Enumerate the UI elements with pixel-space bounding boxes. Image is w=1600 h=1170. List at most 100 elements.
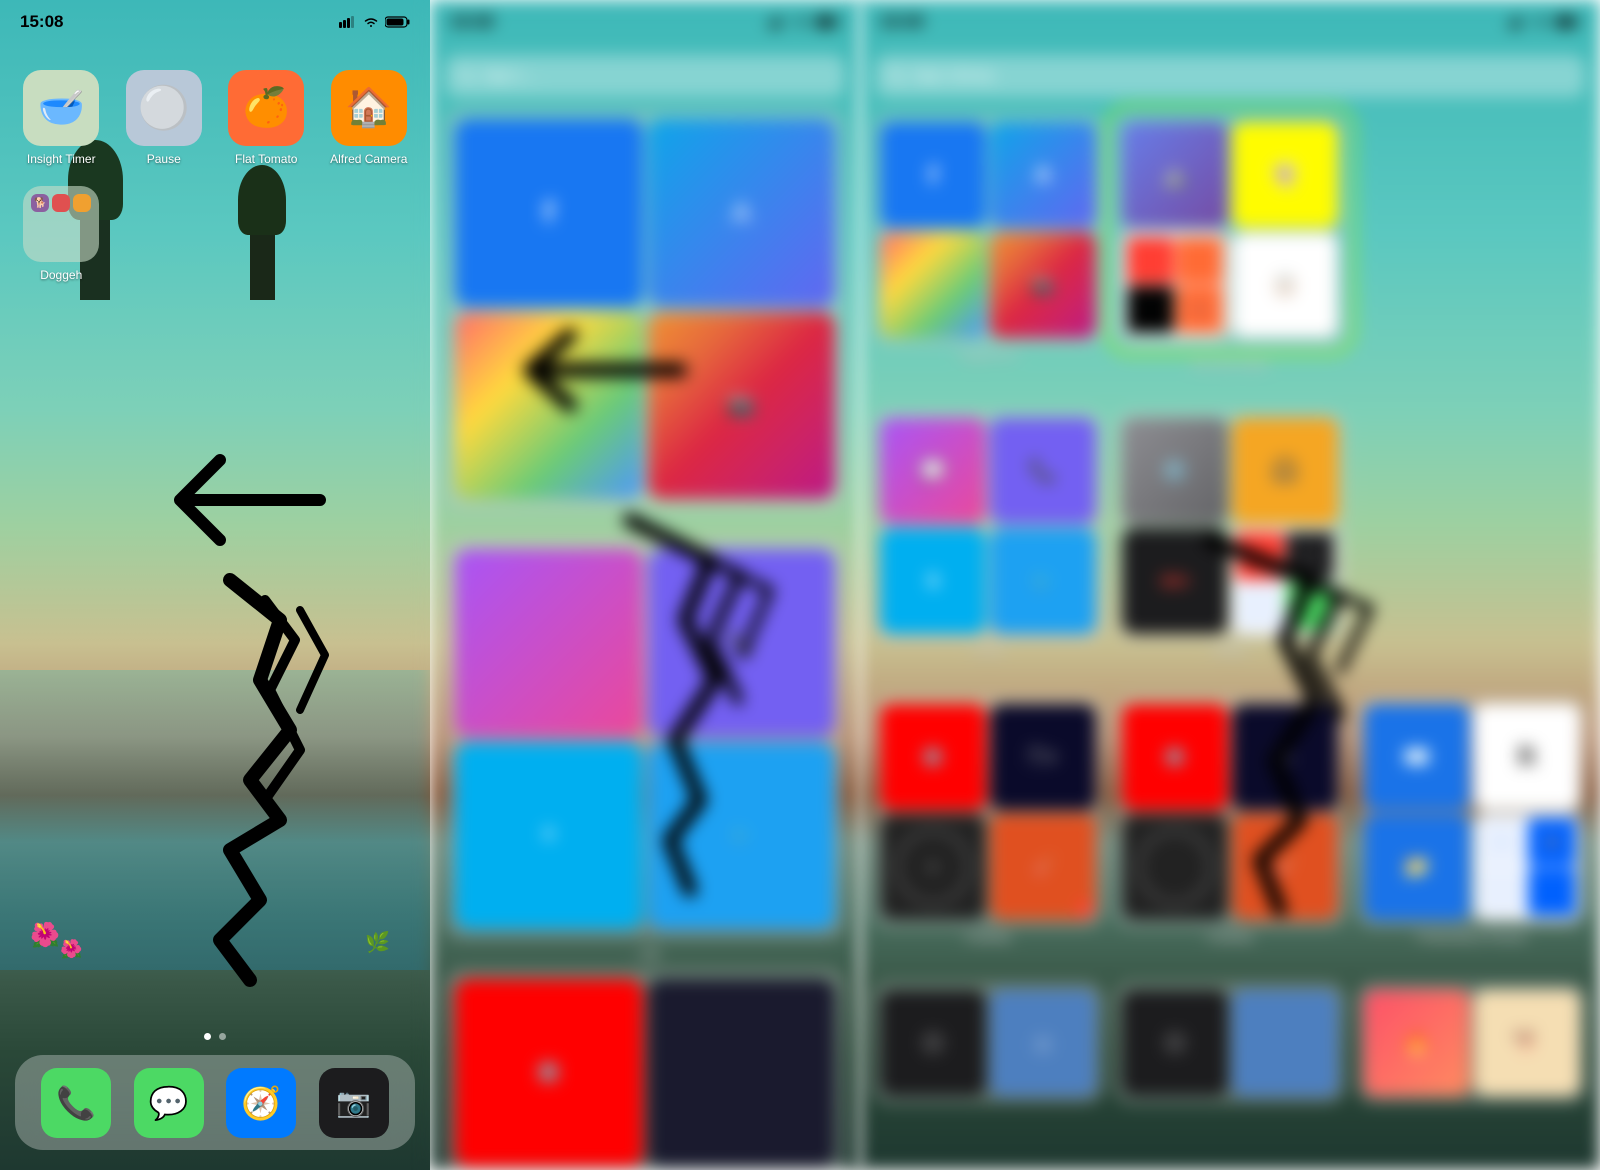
app-item-insight-timer[interactable]: 🥣 Insight Timer — [20, 70, 103, 166]
app-item-doggeh[interactable]: 🐕 Doggeh — [20, 186, 103, 282]
dock: 📞 💬 🧭 📷 — [15, 1055, 415, 1150]
more-apps-folder-3[interactable]: 🔥 🐕 — [1356, 982, 1588, 1104]
search-bar-2[interactable]: App L... — [445, 55, 845, 97]
pause-label: Pause — [147, 152, 181, 166]
utilities-folder[interactable]: ⚙️ 🎧 💰 # — [1114, 410, 1346, 658]
fb-icon: f — [455, 119, 643, 307]
social-folder[interactable]: 💬 📞 S 🐦 Social — [872, 410, 1104, 658]
appstore-icon: A — [648, 119, 836, 307]
suggestions-folder[interactable]: f A 📷 Suggestions — [872, 114, 1104, 372]
tinder-icon-3: 🔥 — [1364, 990, 1470, 1096]
suggestions-label-2: Sugge... — [445, 517, 845, 531]
wifi-icon-2 — [793, 16, 809, 28]
viber-icon-3: 📞 — [990, 418, 1096, 524]
battery-icon-2 — [815, 16, 840, 28]
status-bar-3: 15:09 — [860, 0, 1600, 44]
files-icon-3: 📁 — [1364, 814, 1470, 920]
viber-partial-icon: 📞 — [648, 549, 836, 737]
photos-icon — [455, 312, 643, 500]
app-grid: 🥣 Insight Timer ⚪ Pause 🍊 Flat Tomato 🏠 … — [20, 70, 410, 282]
app-item-flat-tomato[interactable]: 🍊 Flat Tomato — [225, 70, 308, 166]
wifi-icon — [363, 16, 379, 28]
multi-util-icon: 💰 # — [1232, 528, 1338, 634]
craft-icon-3: ✂ 🎸 — [990, 814, 1096, 920]
panasonic-icon-m — [1232, 704, 1338, 810]
snapchat-icon: 👻 — [1232, 122, 1338, 228]
search-text-2: App L... — [483, 67, 538, 85]
dot-1 — [204, 1033, 211, 1040]
mail-icon-3: ✉️ — [1364, 704, 1470, 810]
creativity-label-left: Creativity — [872, 932, 1104, 944]
instagram-icon-3: 📷 — [990, 232, 1096, 338]
fb-icon-3: f — [880, 122, 986, 228]
messenger-partial-icon — [455, 549, 643, 737]
flat-tomato-label: Flat Tomato — [235, 152, 297, 166]
social-partial-label: ...cial — [445, 947, 845, 961]
alfred-camera-label: Alfred Camera — [330, 152, 407, 166]
messenger-icon-3: 💬 — [880, 418, 986, 524]
status-bar: 15:08 — [0, 0, 430, 44]
dock-safari[interactable]: 🧭 — [226, 1068, 296, 1138]
app-item-alfred-camera[interactable]: 🏠 Alfred Camera — [328, 70, 411, 166]
creativity-folder-middle[interactable]: ⚙️ 🎸 — [1114, 696, 1346, 944]
time-display-2: 15:08 — [450, 12, 493, 32]
multi-finance-icon: e 📦 — [1474, 814, 1580, 920]
dock-phone[interactable]: 📞 — [41, 1068, 111, 1138]
dropbox3-icon: ⬡ — [880, 990, 986, 1096]
affinity-icon-m — [1122, 814, 1228, 920]
panasonic-partial — [648, 979, 836, 1167]
pause-icon[interactable]: ⚪ — [126, 70, 202, 146]
multi-icon: ✂ 🎵 🐾 — [1122, 232, 1228, 338]
search-icon-2 — [459, 68, 475, 84]
library-grid-2: f A 📷 Sugge... 📞 S 🐦 ...cial — [430, 109, 860, 1170]
youtube-icon-m: ⚙️ — [1122, 704, 1228, 810]
insight-timer-icon[interactable]: 🥣 — [23, 70, 99, 146]
more-apps-folder-2[interactable]: ⬡ — [1114, 982, 1346, 1104]
flat-tomato-icon[interactable]: 🍊 — [228, 70, 304, 146]
creativity-folder-left[interactable]: ⚙️ — [872, 696, 1104, 944]
twitter-icon-3: 🐦 — [990, 528, 1096, 634]
suggestions-label-3: Suggestions — [872, 350, 1104, 362]
battery-icon — [385, 16, 410, 28]
more-apps-folder-1[interactable]: ⬡ ◻ — [872, 982, 1104, 1104]
affinity-icon-3 — [880, 814, 986, 920]
readdle-icon-3: R — [1474, 704, 1580, 810]
app-library-panel-blurred: 15:08 App L... — [430, 0, 860, 1170]
creativity-label-middle: Creativity — [1114, 932, 1346, 944]
app-library-panel-clear: 15:09 App Library — [860, 0, 1600, 1170]
time-display: 15:08 — [20, 12, 63, 32]
status-icons — [339, 16, 410, 28]
dock-messages[interactable]: 💬 — [134, 1068, 204, 1138]
insight-timer-label: Insight Timer — [27, 152, 96, 166]
mountains-icon: ⛰️ — [1122, 122, 1228, 228]
signal-icon-3 — [1509, 16, 1527, 28]
dock-camera[interactable]: 📷 — [319, 1068, 389, 1138]
signal-icon — [339, 16, 357, 28]
search-bar-3[interactable]: App Library — [875, 55, 1585, 97]
productivity-folder[interactable]: ✉️ R 📁 e 📦 Productivity & Fina — [1356, 696, 1588, 944]
youtube-studio-icon: ⚙️ — [880, 704, 986, 810]
productivity-label-3: Productivity & Finance — [1356, 932, 1588, 944]
status-icons-3 — [1509, 16, 1580, 28]
page-dots — [0, 1033, 430, 1040]
appstore-icon-3: A — [990, 122, 1096, 228]
voicememos-icon-3 — [1122, 528, 1228, 634]
affinity-blue-icon: ◻ — [990, 990, 1096, 1096]
recently-added-folder[interactable]: ⛰️ 👻 ✂ 🎵 🐾 📋 Recently Added — [1114, 114, 1346, 372]
dropbox4-icon: ⬡ — [1122, 990, 1228, 1096]
skype-partial-icon: S — [455, 742, 643, 930]
utilities-label-3: Utilities — [1114, 646, 1346, 658]
skype-icon-3: S — [880, 528, 986, 634]
search-text-3: App Library — [913, 67, 995, 85]
alfred-camera-icon[interactable]: 🏠 — [331, 70, 407, 146]
app-item-pause[interactable]: ⚪ Pause — [123, 70, 206, 166]
dot-2 — [219, 1033, 226, 1040]
battery-icon-3 — [1555, 16, 1580, 28]
signal-icon-2 — [769, 16, 787, 28]
doggeh-folder-icon[interactable]: 🐕 — [23, 186, 99, 262]
instagram-icon: 📷 — [648, 312, 836, 500]
time-display-3: 15:09 — [880, 12, 923, 32]
youtube-partial: ⚙️ — [455, 979, 643, 1167]
status-bar-2: 15:08 — [430, 0, 860, 44]
social-label-3: Social — [872, 646, 1104, 658]
